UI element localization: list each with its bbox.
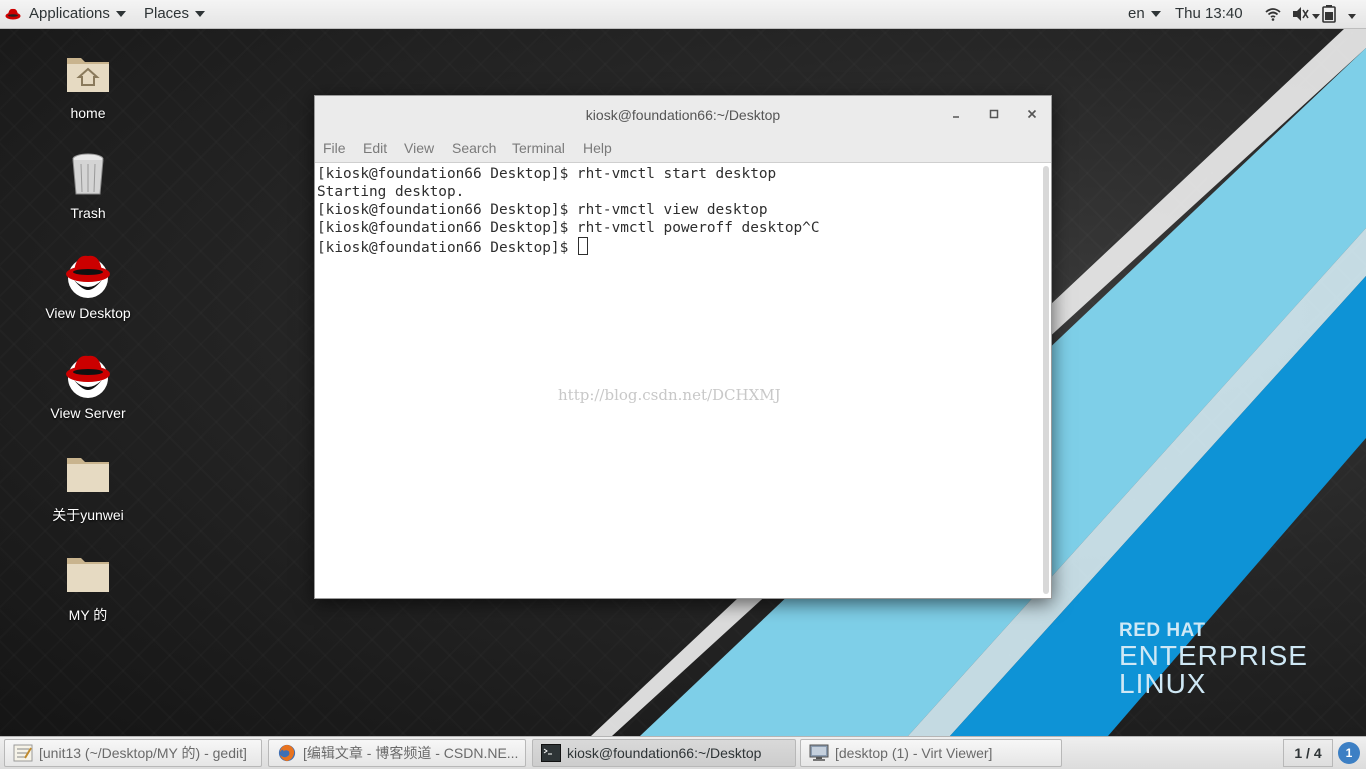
maximize-icon bbox=[989, 109, 999, 119]
workspace-switcher[interactable]: 1 / 4 bbox=[1283, 739, 1333, 767]
terminal-window[interactable]: kiosk@foundation66:~/Desktop File Edit V… bbox=[314, 95, 1052, 599]
folder-icon bbox=[67, 558, 109, 592]
chevron-down-icon bbox=[195, 11, 206, 18]
volume-icon[interactable] bbox=[1292, 6, 1310, 22]
task-virt-viewer[interactable]: [desktop (1) - Virt Viewer] bbox=[800, 739, 1062, 767]
terminal-menubar: File Edit View Search Terminal Help bbox=[315, 134, 1051, 163]
window-title: kiosk@foundation66:~/Desktop bbox=[585, 107, 781, 123]
language-indicator[interactable]: en bbox=[1128, 0, 1161, 28]
redhat-icon bbox=[66, 355, 110, 398]
top-panel: Applications Places en Thu 13:40 bbox=[0, 0, 1366, 29]
applications-menu[interactable]: Applications bbox=[29, 0, 126, 28]
desktop-icon-view-desktop[interactable]: View Desktop bbox=[28, 250, 148, 321]
minimize-icon bbox=[953, 116, 959, 118]
minimize-button[interactable] bbox=[945, 104, 967, 126]
desktop-icon-label: 关于yunwei bbox=[52, 507, 124, 523]
brand-line-1: RED HAT bbox=[1119, 620, 1206, 641]
desktop-icon-home[interactable]: home bbox=[28, 50, 148, 121]
folder-icon bbox=[67, 458, 109, 492]
terminal-line: [kiosk@foundation66 Desktop]$ rht-vmctl … bbox=[317, 166, 777, 182]
places-menu[interactable]: Places bbox=[144, 0, 206, 28]
terminal-line: Starting desktop. bbox=[317, 184, 465, 200]
notification-badge[interactable]: 1 bbox=[1338, 742, 1360, 764]
maximize-button[interactable] bbox=[983, 104, 1005, 126]
language-label: en bbox=[1128, 5, 1145, 22]
chevron-down-icon bbox=[1312, 14, 1320, 19]
desktop-icon-trash[interactable]: Trash bbox=[28, 150, 148, 221]
terminal-line: [kiosk@foundation66 Desktop]$ rht-vmctl … bbox=[317, 220, 820, 236]
firefox-icon bbox=[278, 744, 296, 762]
desktop-icon-view-server[interactable]: View Server bbox=[28, 350, 148, 421]
brand-line-3: LINUX bbox=[1119, 668, 1207, 699]
redhat-icon bbox=[66, 255, 110, 298]
desktop-icon-label: View Desktop bbox=[45, 305, 131, 321]
places-label: Places bbox=[144, 5, 190, 22]
desktop-icon-label: View Server bbox=[50, 405, 126, 421]
chevron-down-icon bbox=[1348, 14, 1356, 19]
desktop-icon-label: home bbox=[70, 105, 106, 121]
brand-line-2: ENTERPRISE bbox=[1119, 640, 1308, 671]
terminal-cursor bbox=[577, 237, 588, 255]
menu-terminal[interactable]: Terminal bbox=[512, 140, 565, 156]
terminal-prompt: [kiosk@foundation66 Desktop]$ bbox=[317, 240, 577, 256]
clock-label: Thu 13:40 bbox=[1175, 5, 1243, 22]
task-label: [desktop (1) - Virt Viewer] bbox=[835, 745, 993, 761]
chevron-down-icon bbox=[115, 11, 126, 18]
terminal-prompt-line: [kiosk@foundation66 Desktop]$ bbox=[317, 237, 1039, 257]
menu-file[interactable]: File bbox=[323, 140, 346, 156]
desktop-icon-my-folder[interactable]: MY 的 bbox=[28, 550, 148, 625]
window-titlebar[interactable]: kiosk@foundation66:~/Desktop bbox=[315, 96, 1051, 134]
task-gedit[interactable]: [unit13 (~/Desktop/MY 的) - gedit] bbox=[4, 739, 262, 767]
virt-viewer-icon bbox=[809, 744, 829, 761]
applications-label: Applications bbox=[29, 5, 110, 22]
desktop-icon-label: MY 的 bbox=[68, 607, 108, 623]
desktop-icon-label: Trash bbox=[70, 205, 106, 221]
rhel-branding: RED HAT ENTERPRISE LINUX bbox=[1119, 620, 1308, 698]
home-folder-icon bbox=[67, 58, 109, 92]
menu-view[interactable]: View bbox=[404, 140, 434, 156]
task-terminal[interactable]: kiosk@foundation66:~/Desktop bbox=[532, 739, 796, 767]
wifi-icon[interactable] bbox=[1265, 7, 1281, 21]
menu-help[interactable]: Help bbox=[583, 140, 612, 156]
task-label: [编辑文章 - 博客频道 - CSDN.NE... bbox=[303, 745, 519, 761]
bottom-taskbar: [unit13 (~/Desktop/MY 的) - gedit] [编辑文章 … bbox=[0, 736, 1366, 769]
terminal-scrollbar[interactable] bbox=[1043, 166, 1049, 594]
watermark: http://blog.csdn.net/DCHXMJ bbox=[558, 386, 781, 404]
close-icon bbox=[1027, 109, 1037, 119]
terminal-output[interactable]: [kiosk@foundation66 Desktop]$ rht-vmctl … bbox=[315, 163, 1039, 598]
redhat-logo-icon bbox=[5, 8, 21, 20]
menu-search[interactable]: Search bbox=[452, 140, 496, 156]
battery-icon[interactable] bbox=[1322, 5, 1336, 23]
chevron-down-icon bbox=[1150, 11, 1161, 18]
task-label: [unit13 (~/Desktop/MY 的) - gedit] bbox=[39, 745, 247, 761]
clock[interactable]: Thu 13:40 bbox=[1175, 0, 1243, 28]
task-firefox[interactable]: [编辑文章 - 博客频道 - CSDN.NE... bbox=[268, 739, 526, 767]
close-button[interactable] bbox=[1021, 104, 1043, 126]
desktop-icon-yunwei-folder[interactable]: 关于yunwei bbox=[28, 450, 148, 525]
terminal-icon bbox=[541, 744, 561, 762]
trash-icon bbox=[72, 153, 104, 195]
terminal-line: [kiosk@foundation66 Desktop]$ rht-vmctl … bbox=[317, 202, 768, 218]
gedit-icon bbox=[13, 744, 33, 762]
menu-edit[interactable]: Edit bbox=[363, 140, 387, 156]
task-label: kiosk@foundation66:~/Desktop bbox=[567, 745, 762, 761]
